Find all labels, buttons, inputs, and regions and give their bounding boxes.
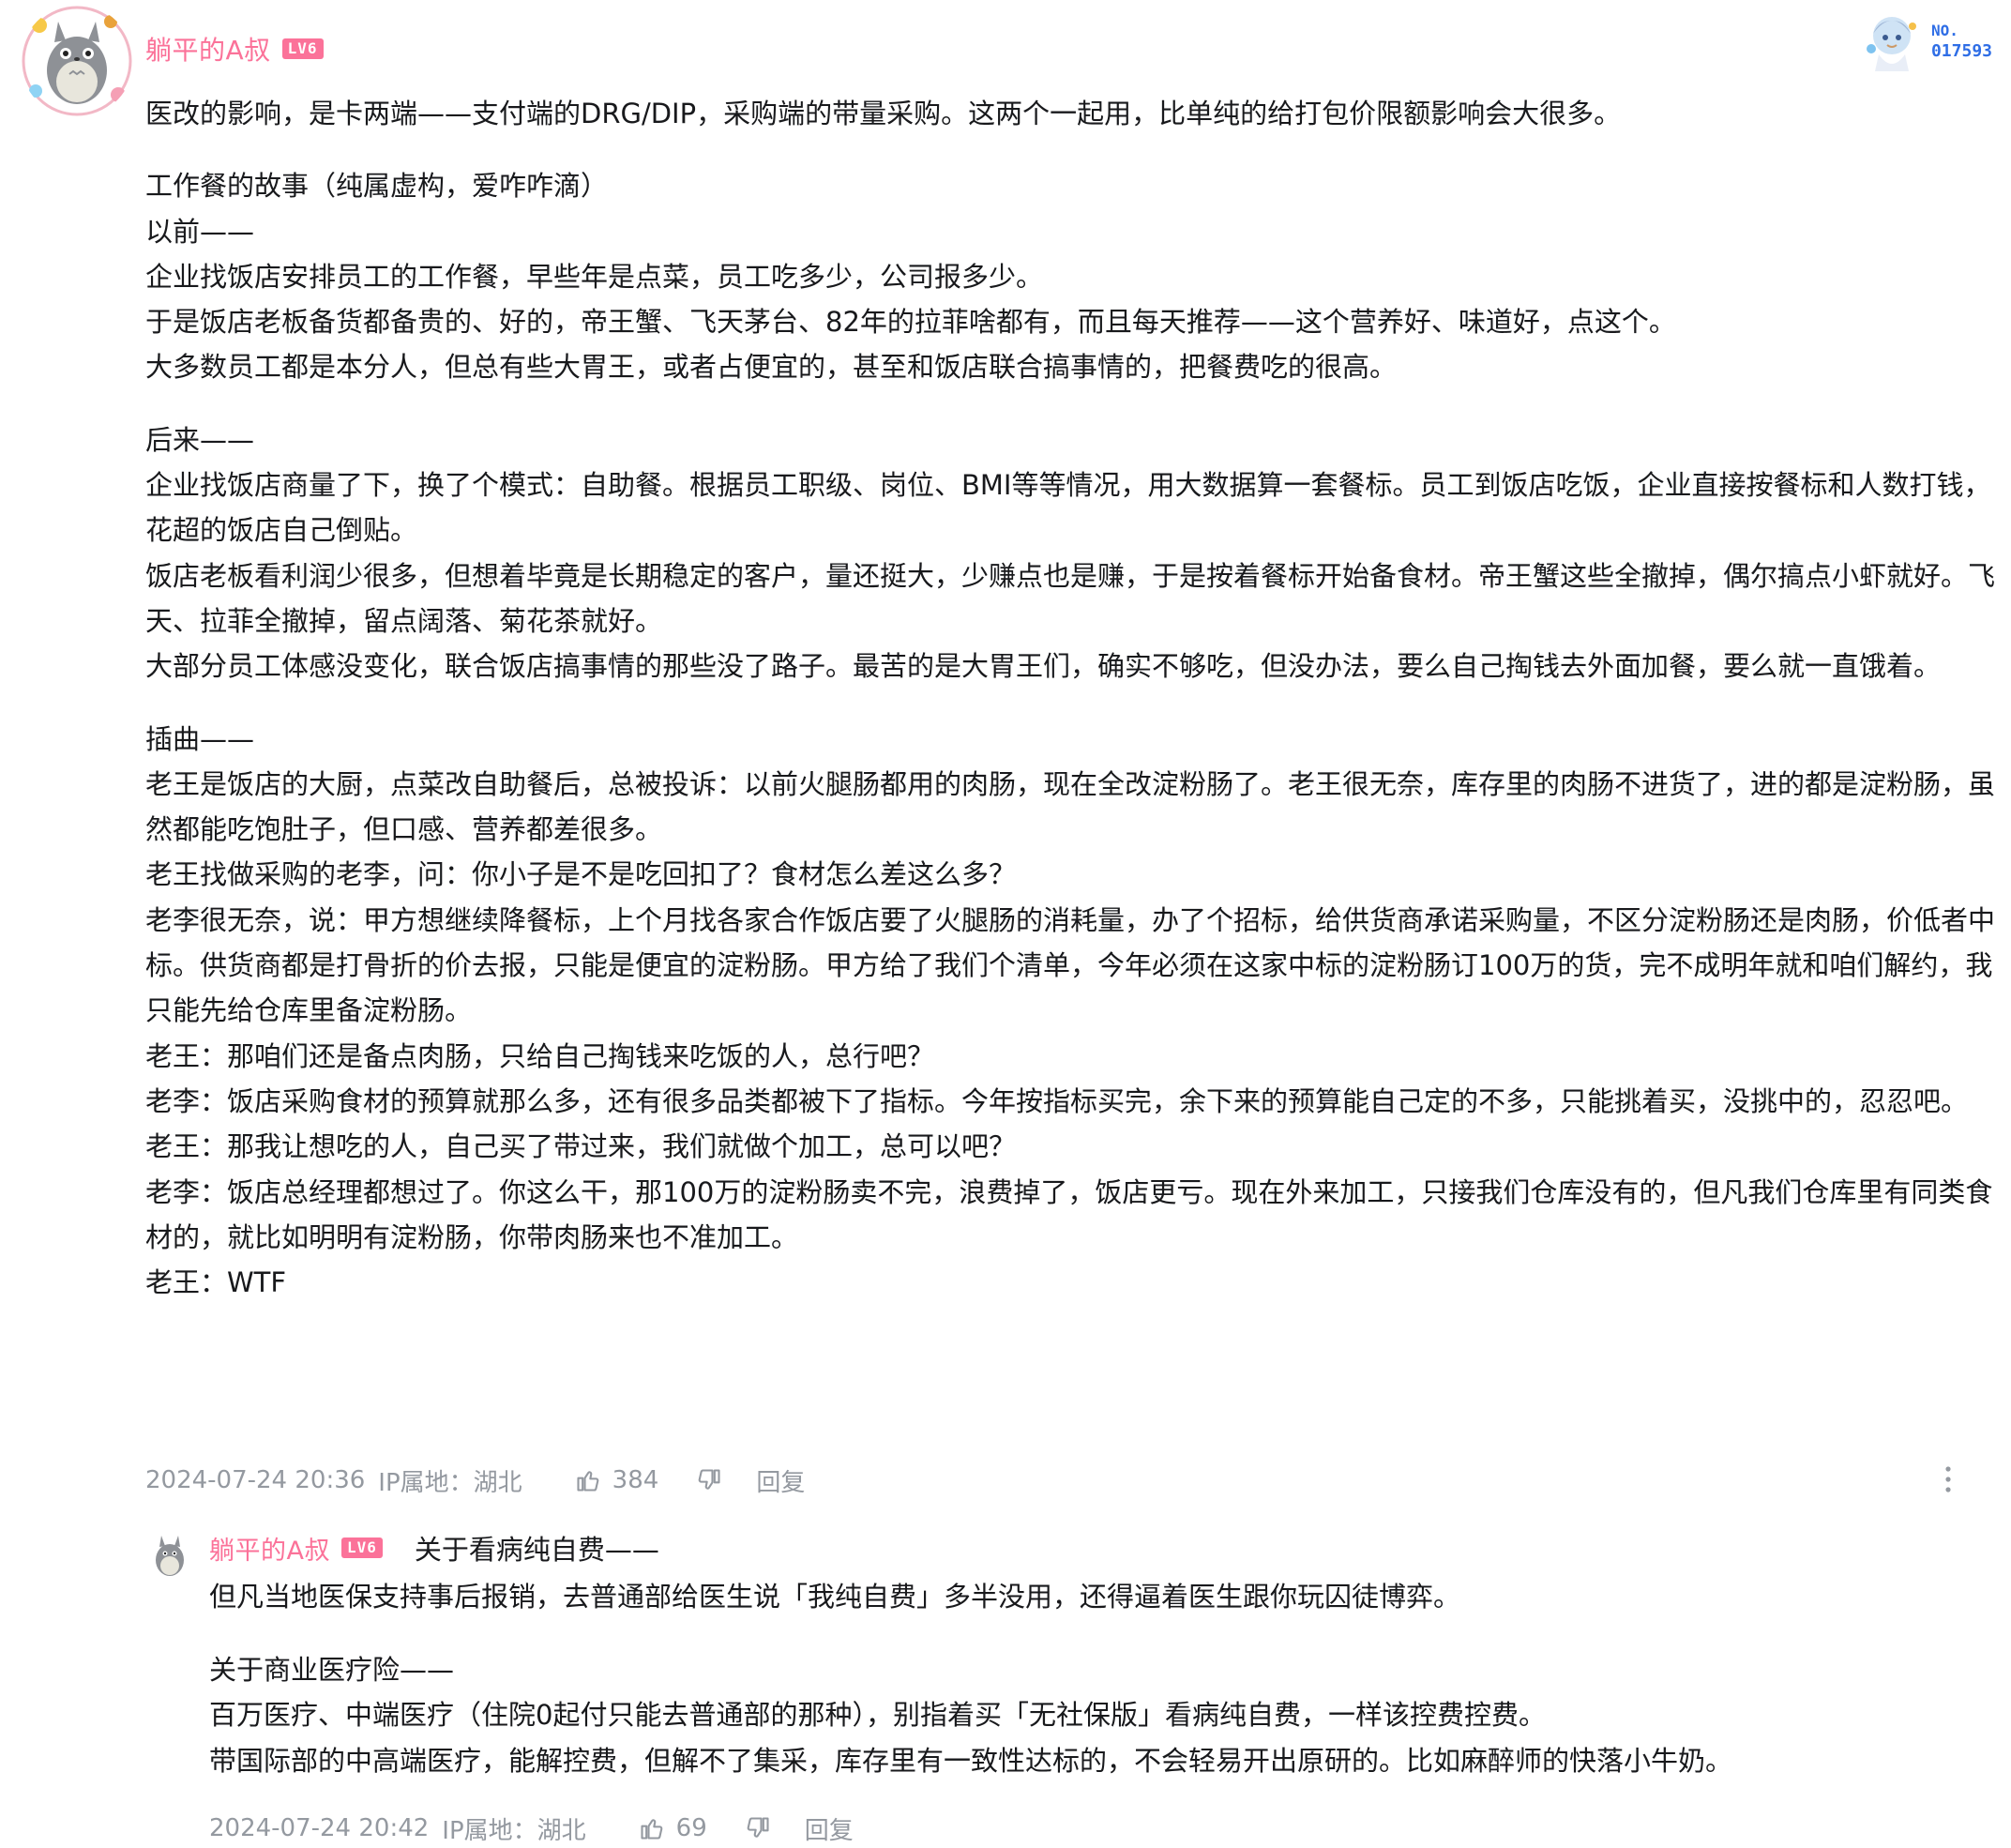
content-paragraph: 老李：饭店总经理都想过了。你这么干，那100万的淀粉肠卖不完，浪费掉了，饭店更亏… [145, 1175, 1993, 1253]
content-paragraph: 企业找饭店商量了下，换了个模式：自助餐。根据员工职级、岗位、BMI等等情况，用大… [145, 469, 1991, 547]
content-paragraph: 大多数员工都是本分人，但总有些大胃王，或者占便宜的，甚至和饭店联合搞事情的，把餐… [145, 351, 1398, 384]
content-paragraph: 企业找饭店安排员工的工作餐，早些年是点菜，员工吃多少，公司报多少。 [145, 260, 1044, 293]
content-paragraph: 老李很无奈，说：甲方想继续降餐标，上个月找各家合作饭店要了火腿肠的消耗量，办了个… [145, 903, 1996, 1027]
content-paragraph: 于是饭店老板备货都备贵的、好的，帝王蟹、飞天茅台、82年的拉菲啥都有，而且每天推… [145, 306, 1676, 339]
username[interactable]: 躺平的A叔 [145, 30, 271, 68]
fan-number: NO. 017593 [1931, 21, 1992, 62]
reply-content: 但凡当地医保支持事后报销，去普通部给医生说「我纯自费」多半没用，还得逼着医生跟你… [209, 1574, 1991, 1783]
level-badge: LV6 [281, 38, 324, 59]
thumb-down-icon [698, 1469, 720, 1490]
like-button[interactable]: 384 [575, 1466, 659, 1494]
content-paragraph: 插曲—— [145, 722, 255, 755]
reply-like-button[interactable]: 69 [639, 1814, 707, 1842]
reply-ip-location: IP属地：湖北 [442, 1811, 585, 1846]
content-paragraph: 老王找做采购的老李，问：你小子是不是吃回扣了？食材怎么差这么多？ [145, 858, 1017, 891]
ip-value: 湖北 [473, 1468, 522, 1497]
reply-username[interactable]: 躺平的A叔 [209, 1530, 330, 1567]
avatar-totoro-icon [21, 5, 133, 117]
reply-button[interactable]: 回复 [756, 1463, 805, 1498]
reply-first-line: 关于看病纯自费—— [414, 1534, 659, 1566]
reply-time: 2024-07-24 20:42 [209, 1814, 430, 1842]
content-paragraph: 老李：饭店采购食材的预算就那么多，还有很多品类都被下了指标。今年按指标买完，余下… [145, 1084, 1969, 1117]
thumb-down-icon [747, 1817, 769, 1838]
content-paragraph: 关于商业医疗险—— [209, 1653, 455, 1686]
content-paragraph: 工作餐的故事（纯属虚构，爱咋咋滴） [145, 170, 609, 203]
content-paragraph: 医改的影响，是卡两端——支付端的DRG/DIP，采购端的带量采购。这两个一起用，… [145, 98, 1622, 129]
content-paragraph: 老王：那咱们还是备点肉肠，只给自己掏钱来吃饭的人，总行吧？ [145, 1039, 935, 1072]
content-paragraph: 以前—— [145, 215, 255, 248]
content-paragraph [209, 1620, 1991, 1647]
ip-label: IP属地： [378, 1468, 474, 1497]
reply-ip-label: IP属地： [442, 1816, 537, 1845]
dislike-button[interactable] [696, 1467, 722, 1493]
content-paragraph: 老王：WTF [145, 1266, 287, 1299]
fan-number-label: NO. [1930, 22, 1958, 39]
content-paragraph: 饭店老板看利润少很多，但想着毕竟是长期稳定的客户，量还挺大，少赚点也是赚，于是按… [145, 559, 1996, 637]
thumb-up-icon [577, 1471, 599, 1492]
content-paragraph: 但凡当地医保支持事后报销，去普通部给医生说「我纯自费」多半没用，还得逼着医生跟你… [209, 1581, 1461, 1613]
content-paragraph: 带国际部的中高端医疗，能解控费，但解不了集采，库存里有一致性达标的，不会轻易开出… [209, 1744, 1733, 1777]
thumb-up-icon [641, 1819, 663, 1840]
content-paragraph [145, 136, 1998, 163]
reply-avatar[interactable] [145, 1530, 194, 1579]
reply-meta: 2024-07-24 20:42 IP属地：湖北 69 回复 [209, 1810, 854, 1847]
reply-like-count: 69 [675, 1814, 707, 1842]
content-paragraph: 老王：那我让想吃的人，自己买了带过来，我们就做个加工，总可以吧？ [145, 1130, 1017, 1163]
fan-number-value: 017593 [1930, 41, 1992, 61]
comment-content: 医改的影响，是卡两端——支付端的DRG/DIP，采购端的带量采购。这两个一起用，… [145, 91, 1998, 1305]
more-vertical-icon[interactable] [1943, 1463, 1953, 1495]
like-count: 384 [612, 1466, 659, 1494]
reply-reply-button[interactable]: 回复 [805, 1811, 854, 1846]
ip-location: IP属地：湖北 [378, 1463, 522, 1498]
comment-meta: 2024-07-24 20:36 IP属地：湖北 384 回复 [145, 1460, 805, 1501]
content-paragraph: 大部分员工体感没变化，联合饭店搞事情的那些没了路子。最苦的是大胃王们，确实不够吃… [145, 650, 1942, 683]
content-paragraph: 老王是饭店的大厨，点菜改自助餐后，总被投诉：以前火腿肠都用的肉肠，现在全改淀粉肠… [145, 767, 1996, 846]
comment-time: 2024-07-24 20:36 [145, 1466, 366, 1494]
content-paragraph [145, 689, 1998, 717]
avatar-totoro-icon [145, 1530, 194, 1579]
fan-badge[interactable]: NO. 017593 [1858, 8, 1992, 75]
fan-badge-character-icon [1866, 17, 1916, 71]
avatar[interactable] [21, 5, 133, 117]
content-paragraph: 后来—— [145, 423, 255, 456]
content-paragraph: 百万医疗、中端医疗（住院0起付只能去普通部的那种），别指着买「无社保版」看病纯自… [209, 1699, 1546, 1731]
reply-ip-value: 湖北 [537, 1816, 586, 1845]
reply-level-badge: LV6 [340, 1537, 383, 1558]
reply-header: 躺平的A叔 LV6 关于看病纯自费—— [209, 1527, 659, 1568]
reply-dislike-button[interactable] [745, 1815, 771, 1841]
content-paragraph [145, 390, 1998, 417]
comment-header: 躺平的A叔 LV6 [145, 28, 324, 69]
